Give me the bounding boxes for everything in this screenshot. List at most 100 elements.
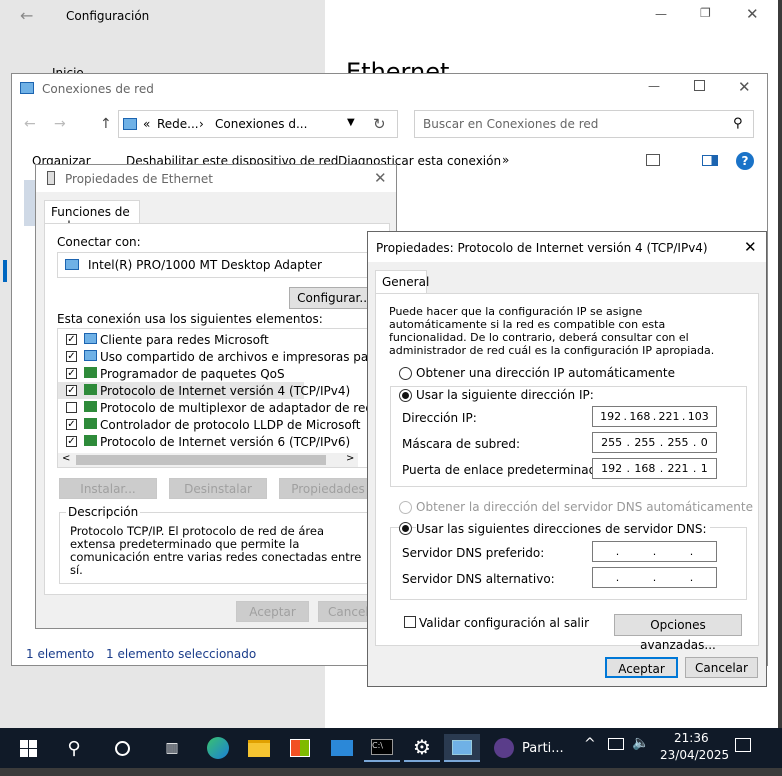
auto-ip-radio[interactable] [399,367,412,380]
tray-network-icon[interactable] [608,738,624,750]
search-icon: ⚲ [733,116,743,131]
menu-more[interactable]: » [502,153,509,167]
list-item[interactable]: ✓ Protocolo de Internet versión 4 (TCP/I… [58,382,350,399]
item-checkbox[interactable]: ✓ [66,419,77,430]
item-checkbox[interactable]: ✓ [66,334,77,345]
minimize-icon[interactable]: — [655,7,667,21]
maximize-icon[interactable] [694,80,705,91]
auto-dns-label[interactable]: Obtener la dirección del servidor DNS au… [416,500,753,514]
description-group: Descripción Protocolo TCP/IP. El protoco… [59,505,379,584]
tab-panel: Conectar con: Intel(R) PRO/1000 MT Deskt… [44,223,390,595]
preview-pane-icon[interactable] [702,155,718,166]
notifications-icon[interactable] [735,738,751,752]
breadcrumb-2[interactable]: Conexiones d... [215,117,307,131]
scroll-right-icon[interactable]: > [346,453,354,464]
address-bar[interactable]: « Rede... › Conexiones d... ▼ ↻ [118,110,398,138]
protocol-icon [84,418,97,429]
preferred-dns-field[interactable]: ... [592,541,717,562]
clock-time[interactable]: 21:36 [674,731,709,745]
view-options-icon[interactable] [646,154,660,166]
protocol-icon [84,367,97,378]
search-input[interactable]: Buscar en Conexiones de red [423,117,598,131]
file-explorer-icon[interactable] [241,734,277,762]
validate-checkbox[interactable] [404,616,416,628]
tab-general[interactable]: General [375,270,429,294]
list-item[interactable]: ✓ Uso compartido de archivos e impresora… [58,348,388,365]
close-icon[interactable]: ✕ [738,78,751,96]
search-box[interactable]: Buscar en Conexiones de red ⚲ [414,110,754,138]
auto-ip-label[interactable]: Obtener una dirección IP automáticamente [416,366,675,380]
manual-dns-label[interactable]: Usar las siguientes direcciones de servi… [416,522,710,536]
horizontal-scrollbar[interactable]: < > [58,453,358,467]
subnet-mask-field[interactable]: 255. 255. 255. 0 [592,432,717,453]
list-item[interactable]: Protocolo de multiplexor de adaptador de… [58,399,388,416]
scroll-thumb[interactable] [76,455,326,465]
validate-label[interactable]: Validar configuración al salir [419,616,589,630]
manual-ip-radio[interactable] [399,389,412,402]
partition-app-icon[interactable]: Parti... [494,734,578,762]
refresh-icon[interactable]: ↻ [373,115,386,133]
item-checkbox[interactable]: ✓ [66,368,77,379]
properties-button[interactable]: Propiedades [279,478,377,499]
breadcrumb-1[interactable]: Rede... [157,117,199,131]
back-nav-icon[interactable]: ← [24,116,36,132]
close-icon[interactable]: ✕ [746,5,759,23]
restore-icon[interactable]: ❐ [700,6,711,20]
forward-nav-icon[interactable]: → [54,116,66,132]
configure-button[interactable]: Configurar... [289,287,379,309]
up-nav-icon[interactable]: ↑ [100,116,112,132]
item-checkbox[interactable]: ✓ [66,436,77,447]
dns-group [390,527,747,600]
list-item[interactable]: ✓ Controlador de protocolo LLDP de Micro… [58,416,388,433]
clock-date[interactable]: 23/04/2025 [660,748,729,762]
mask-octet-1: 255 [601,436,623,449]
adapter-field: Intel(R) PRO/1000 MT Desktop Adapter [57,252,387,278]
connect-label: Conectar con: [57,235,141,249]
manual-dns-radio[interactable] [399,522,412,535]
edge-icon[interactable] [200,734,236,762]
cancel-button[interactable]: Cancelar [685,657,758,678]
close-icon[interactable]: ✕ [744,238,757,256]
scroll-left-icon[interactable]: < [62,453,70,464]
tray-chevron-icon[interactable]: ^ [584,736,596,752]
ip-address-field[interactable]: 192. 168. 221. 103 [592,406,717,427]
auto-dns-radio[interactable] [399,501,412,514]
volume-icon[interactable]: 🔈 [632,735,649,751]
manual-ip-label[interactable]: Usar la siguiente dirección IP: [416,388,597,402]
list-item[interactable]: ✓ Cliente para redes Microsoft [58,331,388,348]
tab-network[interactable]: Funciones de red [44,200,140,233]
store-icon[interactable] [282,734,318,762]
ok-button[interactable]: Aceptar [605,657,678,678]
list-item[interactable]: ✓ Programador de paquetes QoS [58,365,388,382]
alternate-dns-field[interactable]: ... [592,567,717,588]
start-icon[interactable] [10,734,46,762]
ip-octet-1: 192 [600,410,622,423]
install-button[interactable]: Instalar... [59,478,157,499]
gateway-field[interactable]: 192. 168. 221. 1 [592,458,717,479]
cortana-icon[interactable] [104,734,140,762]
uninstall-button[interactable]: Desinstalar [169,478,267,499]
mail-icon[interactable] [324,734,360,762]
search-taskbar-icon[interactable]: ⚲ [56,734,92,762]
status-selected: 1 elemento seleccionado [106,647,257,661]
components-list[interactable]: ✓ Cliente para redes Microsoft ✓ Uso com… [57,328,389,468]
network-connections-taskbar-icon[interactable] [444,734,480,762]
cmd-icon[interactable]: C:\ [364,734,400,762]
minimize-icon[interactable]: — [648,79,660,93]
task-view-icon[interactable]: ▥ [154,734,190,762]
list-item[interactable]: ✓ Protocolo de Internet versión 6 (TCP/I… [58,433,388,450]
ip-octet-2: 168 [629,410,651,423]
close-icon[interactable]: ✕ [374,169,387,187]
item-label: Controlador de protocolo LLDP de Microso… [100,418,361,432]
protocol-icon [84,435,97,446]
advanced-button[interactable]: Opciones avanzadas... [614,614,742,652]
help-icon[interactable]: ? [736,152,754,170]
item-checkbox[interactable]: ✓ [66,385,77,396]
ethernet-accept-button[interactable]: Aceptar [236,601,309,622]
item-checkbox[interactable]: ✓ [66,351,77,362]
gw-octet-1: 192 [601,462,623,475]
item-checkbox[interactable] [66,402,77,413]
back-icon[interactable]: ← [20,6,33,25]
settings-taskbar-icon[interactable]: ⚙ [404,734,440,762]
chevron-down-icon[interactable]: ▼ [347,117,355,128]
